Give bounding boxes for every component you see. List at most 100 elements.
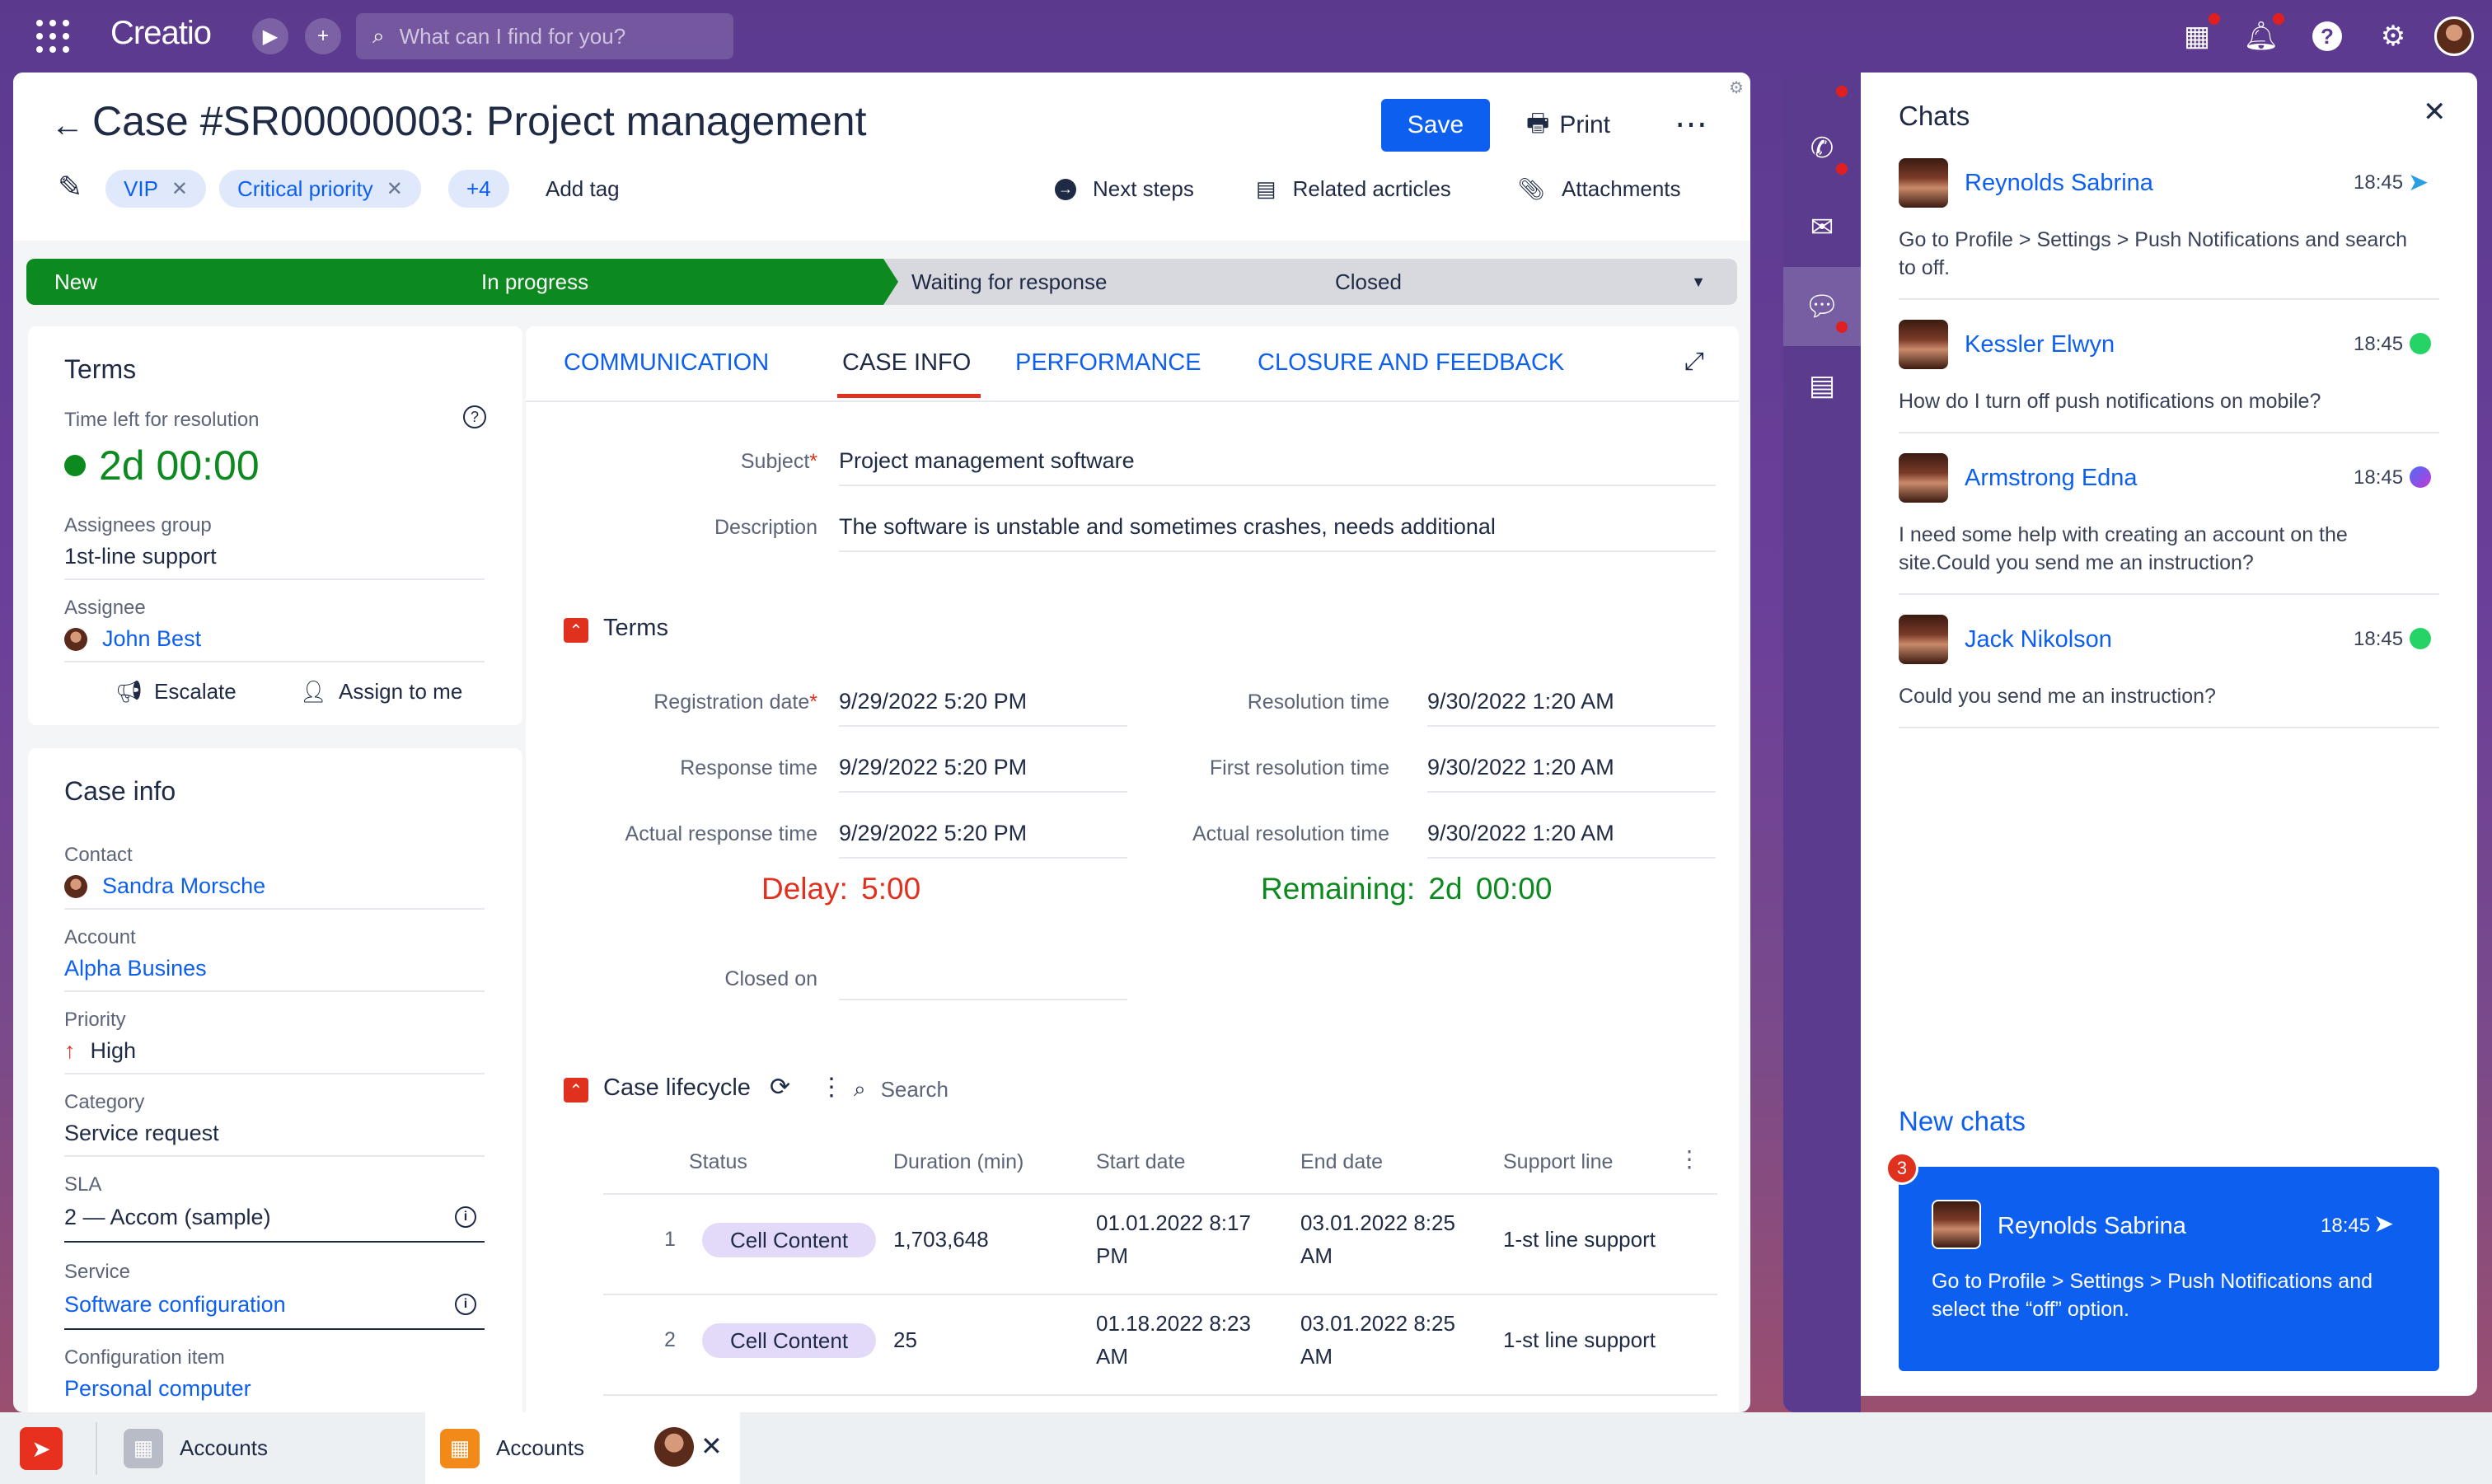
tag-critical-priority[interactable]: Critical priority ✕ bbox=[219, 170, 421, 208]
add-icon[interactable]: + bbox=[305, 18, 341, 54]
column-header-support-line[interactable]: Support line bbox=[1503, 1150, 1613, 1174]
print-button[interactable]: 🖶 Print bbox=[1526, 99, 1610, 152]
remaining-indicator: Remaining: 2d 00:00 bbox=[1261, 872, 1553, 906]
assignee-value[interactable]: John Best bbox=[64, 626, 201, 652]
tab-closure-and-feedback[interactable]: CLOSURE AND FEEDBACK bbox=[1258, 349, 1564, 377]
next-steps-link[interactable]: → Next steps bbox=[1055, 176, 1194, 202]
closed-on-label: Closed on bbox=[724, 967, 817, 990]
new-chat-card[interactable]: Reynolds Sabrina 18:45 ➤ Go to Profile >… bbox=[1899, 1167, 2439, 1371]
closed-on-field[interactable] bbox=[839, 999, 1127, 1000]
response-time-value[interactable]: 9/29/2022 5:20 PM bbox=[839, 755, 1027, 780]
account-value[interactable]: Alpha Busines bbox=[64, 956, 207, 981]
tab-performance[interactable]: PERFORMANCE bbox=[1015, 349, 1202, 377]
column-options-icon[interactable]: ⋮ bbox=[1678, 1145, 1701, 1173]
priority-value[interactable]: ↑ High bbox=[64, 1038, 136, 1064]
avatar bbox=[1899, 320, 1948, 369]
settings-icon[interactable]: ⚙ bbox=[2373, 16, 2413, 56]
collapse-icon[interactable]: ⌃ bbox=[564, 1078, 588, 1102]
column-header-end-date[interactable]: End date bbox=[1300, 1150, 1383, 1174]
table-row[interactable]: 2 Cell Content 25 01.18.2022 8:23 AM 03.… bbox=[603, 1295, 1717, 1394]
escalate-button[interactable]: 📢︎ Escalate bbox=[115, 679, 237, 705]
user-avatar[interactable] bbox=[2434, 16, 2474, 56]
stage-waiting-for-response[interactable]: Waiting for response bbox=[883, 259, 1325, 305]
notification-badge: 3 bbox=[1885, 1152, 1918, 1185]
remove-tag-icon[interactable]: ✕ bbox=[386, 177, 403, 201]
subject-label: Subject* bbox=[740, 450, 817, 473]
tag-vip[interactable]: VIP ✕ bbox=[105, 170, 207, 208]
info-icon[interactable]: i bbox=[455, 1206, 476, 1228]
chat-icon[interactable]: 💬︎ bbox=[1783, 267, 1861, 346]
terms-title: Terms bbox=[64, 354, 137, 384]
feed-icon[interactable]: ▤ bbox=[1783, 346, 1861, 425]
creatio-app-icon[interactable]: ➤ bbox=[20, 1427, 63, 1470]
app-launcher-icon[interactable] bbox=[36, 20, 69, 53]
email-icon[interactable]: ✉ bbox=[1783, 188, 1861, 267]
avatar bbox=[1932, 1200, 1981, 1249]
case-header: ← Case #SR00000003: Project management S… bbox=[13, 73, 1750, 241]
refresh-icon[interactable]: ⟳ bbox=[770, 1073, 790, 1102]
assign-to-me-button[interactable]: 👤︎ Assign to me bbox=[300, 679, 462, 705]
duration-link[interactable]: 25 bbox=[893, 1323, 917, 1356]
chevron-down-icon[interactable]: ▼ bbox=[1691, 274, 1706, 291]
telegram-icon: ➤ bbox=[2408, 169, 2429, 196]
phone-icon[interactable]: ✆ bbox=[1783, 109, 1861, 188]
actual-resolution-time-value[interactable]: 9/30/2022 1:20 AM bbox=[1427, 821, 1614, 846]
play-icon[interactable]: ▶ bbox=[252, 18, 288, 54]
tab-case-info[interactable]: CASE INFO bbox=[842, 349, 971, 377]
taskbar-tab-accounts-active[interactable]: ▦ Accounts bbox=[440, 1412, 584, 1484]
assignees-group-value[interactable]: 1st-line support bbox=[64, 544, 217, 569]
close-icon[interactable]: ✕ bbox=[2423, 96, 2447, 129]
tab-communication[interactable]: COMMUNICATION bbox=[564, 349, 769, 377]
save-button[interactable]: Save bbox=[1381, 99, 1490, 152]
account-label: Account bbox=[64, 926, 136, 948]
chat-item[interactable]: Jack Nikolson 18:45 Could you send me an… bbox=[1899, 615, 2439, 738]
stage-new[interactable]: New bbox=[26, 259, 471, 305]
help-icon[interactable]: ? bbox=[2307, 16, 2347, 56]
printer-icon: 🖶 bbox=[1526, 109, 1550, 137]
search-placeholder: What can I find for you? bbox=[399, 23, 626, 49]
category-value[interactable]: Service request bbox=[64, 1121, 219, 1146]
related-articles-link[interactable]: ▤ Related acrticles bbox=[1256, 176, 1451, 202]
resolution-time-value[interactable]: 9/30/2022 1:20 AM bbox=[1427, 689, 1614, 714]
close-icon[interactable]: ✕ bbox=[700, 1430, 723, 1462]
first-resolution-time-value[interactable]: 9/30/2022 1:20 AM bbox=[1427, 755, 1614, 780]
chat-item[interactable]: Reynolds Sabrina 18:45 ➤ Go to Profile >… bbox=[1899, 158, 2439, 297]
kebab-menu-icon[interactable]: ⋮ bbox=[819, 1073, 844, 1102]
more-actions-icon[interactable]: ⋯ bbox=[1675, 105, 1709, 143]
stage-closed[interactable]: Closed ▼ bbox=[1307, 259, 1737, 305]
info-icon[interactable]: i bbox=[455, 1294, 476, 1315]
collapse-icon[interactable]: ⌃ bbox=[564, 618, 588, 643]
attachments-link[interactable]: 📎︎ Attachments bbox=[1518, 176, 1681, 202]
back-arrow-icon[interactable]: ← bbox=[51, 107, 84, 144]
megaphone-icon: 📢︎ bbox=[115, 679, 143, 704]
registration-date-value[interactable]: 9/29/2022 5:20 PM bbox=[839, 689, 1027, 714]
search-icon: ⌕ bbox=[372, 23, 385, 48]
avatar bbox=[1899, 615, 1948, 664]
page-settings-icon[interactable]: ⚙ bbox=[1729, 77, 1744, 98]
help-icon[interactable]: ? bbox=[463, 405, 486, 428]
lifecycle-search-input[interactable]: ⌕ Search bbox=[854, 1076, 949, 1102]
chat-item[interactable]: Kessler Elwyn 18:45 How do I turn off pu… bbox=[1899, 320, 2439, 443]
column-header-duration[interactable]: Duration (min) bbox=[893, 1150, 1024, 1174]
description-value[interactable]: The software is unstable and sometimes c… bbox=[839, 514, 1496, 540]
column-header-start-date[interactable]: Start date bbox=[1096, 1150, 1185, 1174]
duration-link[interactable]: 1,703,648 bbox=[893, 1223, 989, 1256]
paperclip-icon: 📎︎ bbox=[1518, 176, 1546, 201]
configuration-item-value[interactable]: Personal computer bbox=[64, 1376, 251, 1402]
table-row[interactable]: 1 Cell Content 1,703,648 01.01.2022 8:17… bbox=[603, 1195, 1717, 1294]
sla-value[interactable]: 2 — Accom (sample) bbox=[64, 1205, 271, 1230]
pen-icon[interactable]: ✎ bbox=[58, 170, 82, 204]
service-value[interactable]: Software configuration bbox=[64, 1292, 286, 1318]
add-tag-button[interactable]: Add tag bbox=[546, 176, 620, 202]
tag-more[interactable]: +4 bbox=[448, 170, 509, 208]
column-header-status[interactable]: Status bbox=[689, 1150, 747, 1174]
remove-tag-icon[interactable]: ✕ bbox=[171, 177, 188, 201]
actual-response-time-value[interactable]: 9/29/2022 5:20 PM bbox=[839, 821, 1027, 846]
stage-in-progress[interactable]: In progress bbox=[453, 259, 902, 305]
global-search-input[interactable]: ⌕ What can I find for you? bbox=[356, 13, 733, 59]
contact-value[interactable]: Sandra Morsche bbox=[64, 873, 265, 899]
expand-icon[interactable]: ⤢ bbox=[1684, 348, 1704, 376]
subject-value[interactable]: Project management software bbox=[839, 448, 1135, 474]
chat-item[interactable]: Armstrong Edna 18:45 I need some help wi… bbox=[1899, 453, 2439, 593]
taskbar-tab-accounts[interactable]: ▦ Accounts bbox=[124, 1412, 268, 1484]
